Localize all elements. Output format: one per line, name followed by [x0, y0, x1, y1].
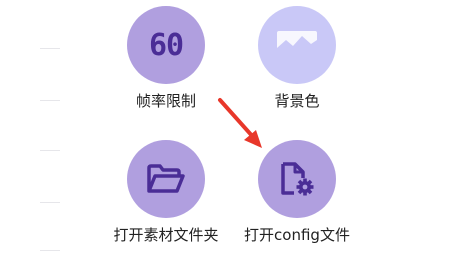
background-color-button[interactable]	[258, 6, 336, 84]
fps-limit-tile[interactable]: 60 帧率限制	[91, 6, 241, 110]
open-config-file-label: 打开config文件	[244, 226, 350, 244]
file-settings-icon	[281, 162, 314, 196]
image-mountain-icon	[277, 31, 317, 59]
folder-open-icon	[147, 164, 185, 193]
annotation-arrow-icon	[218, 98, 262, 148]
sidebar-divider	[40, 48, 60, 49]
open-assets-folder-label: 打开素材文件夹	[113, 226, 219, 244]
sidebar-divider	[40, 100, 60, 101]
sidebar-divider	[40, 250, 60, 251]
sidebar-divider	[40, 202, 60, 203]
sidebar-divider	[40, 150, 60, 151]
fps-limit-button[interactable]: 60	[127, 6, 205, 84]
background-color-tile[interactable]: 背景色	[222, 6, 372, 110]
fps-60-icon: 60	[148, 27, 184, 63]
open-assets-folder-button[interactable]	[127, 140, 205, 218]
